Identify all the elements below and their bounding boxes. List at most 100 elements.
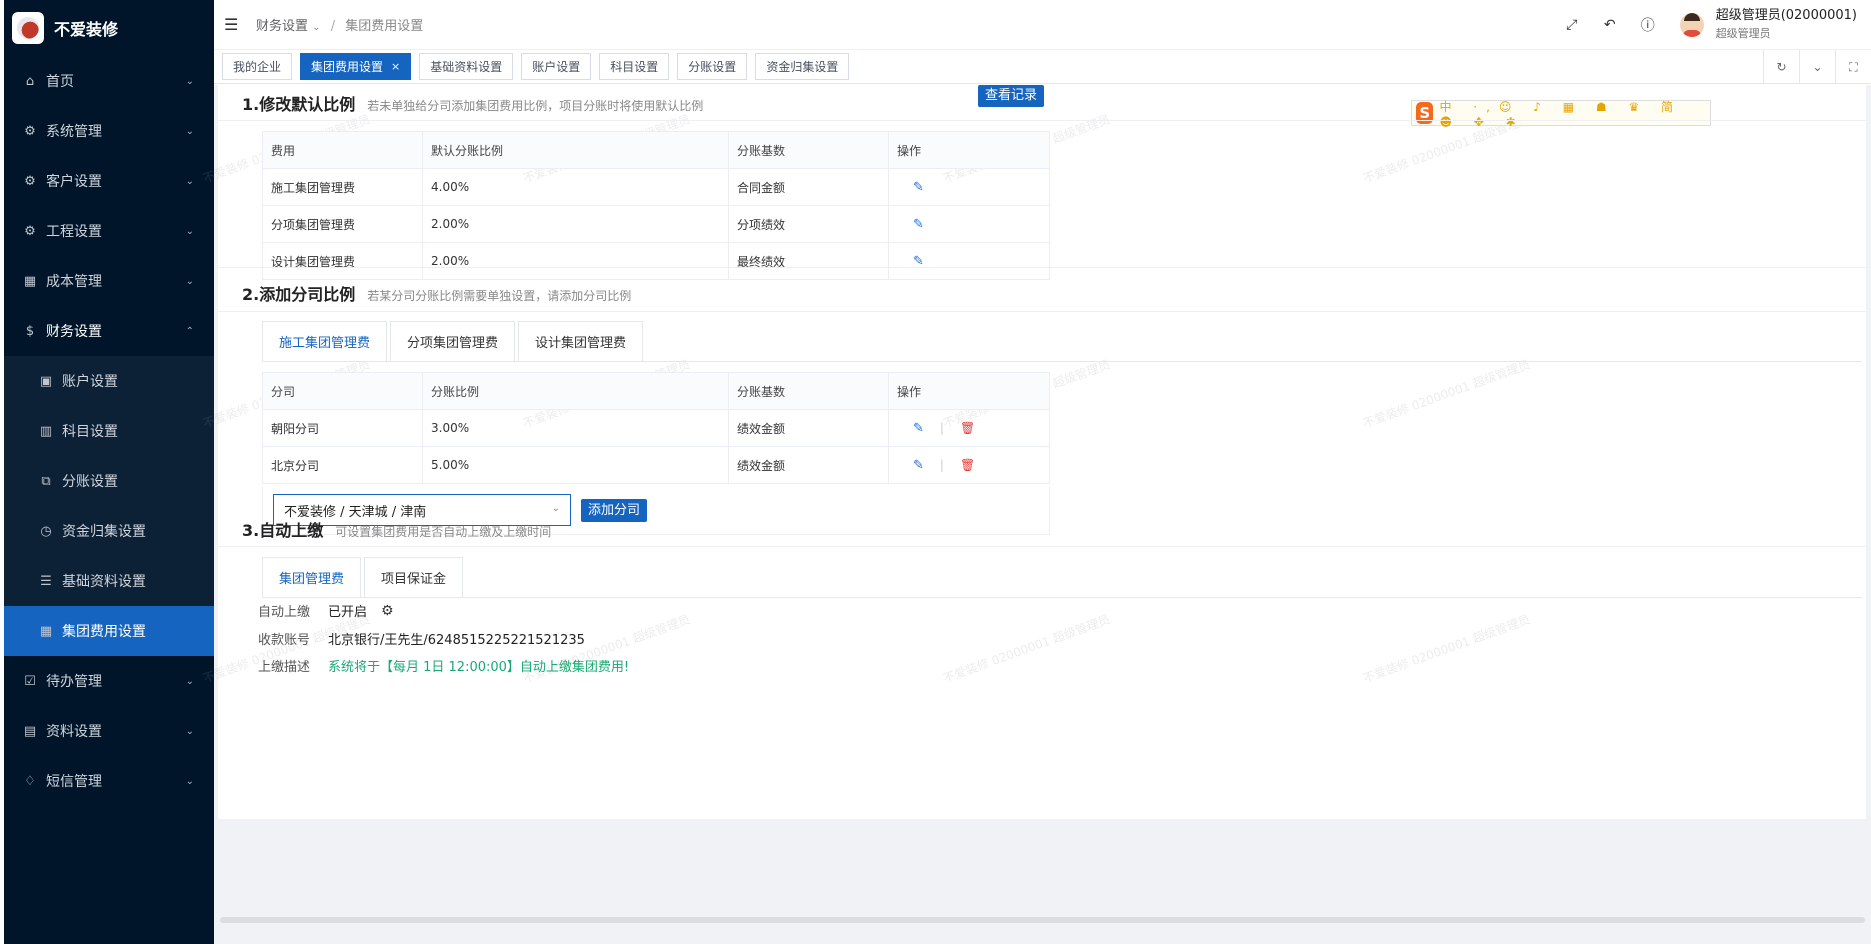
- base-cell: 分项绩效: [728, 205, 889, 243]
- edit-icon[interactable]: ✎: [913, 458, 924, 473]
- chevron-down-icon: ⌄: [185, 75, 194, 87]
- tab-label: 科目设置: [610, 60, 659, 74]
- horizontal-scrollbar[interactable]: [220, 917, 1865, 923]
- auto-pay-label: 自动上缴: [258, 605, 311, 620]
- content-panel: 不爱装修 02000001 超级管理员 不爱装修 02000001 超级管理员 …: [201, 85, 1866, 819]
- tab-my-company[interactable]: 我的企业: [222, 53, 293, 80]
- sidebar-subitem-subject[interactable]: ▥ 科目设置: [4, 406, 214, 456]
- gear-icon[interactable]: ⚙: [381, 603, 394, 619]
- table-row: 设计集团管理费 2.00% 最终绩效 ✎: [262, 242, 1050, 280]
- tab-subject[interactable]: 科目设置: [599, 53, 670, 80]
- fullscreen-icon[interactable]: ⤢: [1562, 15, 1582, 35]
- chevron-down-icon: ⌄: [185, 675, 194, 687]
- top-header: ☰ 财务设置 ⌄ / 集团费用设置 ⤢ ↶ ⓘ 超级管理员(02000001) …: [214, 0, 1871, 50]
- tab-project-deposit[interactable]: 项目保证金: [364, 557, 464, 597]
- sidebar-subitem-account[interactable]: ▣ 账户设置: [4, 356, 214, 406]
- action-cell: ✎ | 🗑: [888, 409, 1050, 447]
- chevron-up-icon: ⌃: [185, 325, 194, 337]
- sidebar-item-sms[interactable]: ♢ 短信管理 ⌄: [4, 756, 214, 806]
- sidebar-item-project[interactable]: ⚙ 工程设置 ⌄: [4, 206, 214, 256]
- section-title: 1.修改默认比例: [242, 95, 356, 114]
- breadcrumb-parent[interactable]: 财务设置: [256, 19, 308, 34]
- sidebar-item-finance[interactable]: $ 财务设置 ⌃: [4, 306, 214, 356]
- chevron-down-icon: ⌄: [185, 225, 194, 237]
- tab-group-fee[interactable]: 集团费用设置 ×: [300, 53, 412, 80]
- tab-itemized-fee[interactable]: 分项集团管理费: [390, 321, 516, 361]
- list-icon: ☰: [40, 573, 52, 589]
- action-cell: ✎ | 🗑: [888, 446, 1050, 484]
- section-auto-pay-title: 3.自动上缴 可设置集团费用是否自动上缴及上缴时间: [242, 517, 551, 541]
- building-icon: ▦: [23, 273, 37, 289]
- tab-fund[interactable]: 资金归集设置: [755, 53, 850, 80]
- undo-icon[interactable]: ↶: [1600, 15, 1620, 35]
- table-row: 朝阳分司 3.00% 绩效金额 ✎ | 🗑: [262, 409, 1050, 447]
- sidebar-subitem-fund[interactable]: ◷ 资金归集设置: [4, 506, 214, 556]
- expand-icon[interactable]: ⛶: [1835, 50, 1871, 84]
- sidebar-item-label: 工程设置: [46, 224, 102, 240]
- fee-cell: 分项集团管理费: [262, 205, 423, 243]
- avatar[interactable]: [1679, 13, 1704, 37]
- chevron-down-icon: ⌄: [185, 125, 194, 137]
- close-icon[interactable]: ×: [391, 60, 400, 73]
- view-records-button[interactable]: 查看记录: [978, 85, 1045, 107]
- desc-label: 上缴描述: [258, 660, 311, 675]
- sidebar-item-label: 资金归集设置: [62, 524, 146, 540]
- sidebar-subitem-group-fee[interactable]: ▦ 集团费用设置: [4, 606, 214, 656]
- edit-icon[interactable]: ✎: [913, 217, 924, 232]
- branch-ratio-table: 分司 分账比例 分账基数 操作 朝阳分司 3.00% 绩效金额 ✎ | 🗑 北京分司…: [262, 372, 1050, 484]
- delete-icon[interactable]: 🗑: [960, 458, 975, 472]
- divider: [218, 546, 1866, 547]
- watermark: 不爱装修 02000001 超级管理员: [521, 612, 692, 686]
- ime-tools: 中 ·,☺ ♪ ▦ ☗ ♛ 简 ☻ ✥ ✱: [1439, 99, 1683, 129]
- tab-split[interactable]: 分账设置: [677, 53, 748, 80]
- chevron-down-icon: ⌄: [312, 22, 321, 33]
- account-label: 收款账号: [258, 633, 311, 648]
- tab-group-management-fee[interactable]: 集团管理费: [262, 557, 362, 597]
- gear-icon: ⚙: [24, 173, 36, 189]
- section-hint: 若某分司分账比例需要单独设置，请添加分司比例: [367, 289, 632, 303]
- refresh-icon[interactable]: ↻: [1763, 50, 1799, 84]
- edit-icon[interactable]: ✎: [913, 421, 924, 436]
- edit-icon[interactable]: ✎: [913, 180, 924, 195]
- tab-account[interactable]: 账户设置: [521, 53, 592, 80]
- default-ratio-table: 费用 默认分账比例 分账基数 操作 施工集团管理费 4.00% 合同金额 ✎ 分…: [262, 131, 1050, 280]
- fee-cell: 施工集团管理费: [262, 168, 423, 206]
- tab-basic-data[interactable]: 基础资料设置: [419, 53, 514, 80]
- sidebar-item-home[interactable]: ⌂ 首页 ⌄: [4, 56, 214, 106]
- column-header: 分账基数: [728, 131, 889, 169]
- auto-pay-row: 自动上缴 已开启 ⚙: [258, 601, 394, 621]
- watermark: 不爱装修 02000001 超级管理员: [1361, 357, 1532, 431]
- chevron-down-icon: ⌄: [185, 775, 194, 787]
- sidebar-item-label: 系统管理: [46, 124, 102, 140]
- chevron-down-icon: ⌄: [551, 503, 560, 514]
- header-actions: ⤢ ↶ ⓘ 超级管理员(02000001) 超级管理员: [1544, 0, 1857, 50]
- menu-fold-icon[interactable]: ☰: [224, 15, 242, 34]
- ime-toolbar[interactable]: S 中 ·,☺ ♪ ▦ ☗ ♛ 简 ☻ ✥ ✱: [1411, 99, 1711, 129]
- sidebar-subitem-basic[interactable]: ☰ 基础资料设置: [4, 556, 214, 606]
- sidebar-item-customer[interactable]: ⚙ 客户设置 ⌄: [4, 156, 214, 206]
- clock-icon: ◷: [40, 523, 52, 539]
- tab-design-fee[interactable]: 设计集团管理费: [518, 321, 644, 361]
- help-icon[interactable]: ⓘ: [1638, 15, 1658, 35]
- gear-icon: ⚙: [24, 223, 36, 239]
- sidebar-subitem-split[interactable]: ⧉ 分账设置: [4, 456, 214, 506]
- table-header-row: 费用 默认分账比例 分账基数 操作: [262, 131, 1050, 169]
- tab-construction-fee[interactable]: 施工集团管理费: [262, 321, 388, 361]
- chevron-down-icon[interactable]: ⌄: [1799, 50, 1835, 84]
- breadcrumb: 财务设置 ⌄ / 集团费用设置: [256, 15, 423, 34]
- sidebar-item-docs[interactable]: ▤ 资料设置 ⌄: [4, 706, 214, 756]
- add-branch-button[interactable]: 添加分司: [581, 499, 648, 522]
- action-separator: |: [939, 457, 944, 472]
- sidebar-item-todo[interactable]: ☑ 待办管理 ⌄: [4, 656, 214, 706]
- ratio-cell: 3.00%: [422, 409, 729, 447]
- action-cell: ✎: [888, 242, 1050, 280]
- base-cell: 绩效金额: [728, 446, 889, 484]
- sidebar-item-system[interactable]: ⚙ 系统管理 ⌄: [4, 106, 214, 156]
- column-header: 分账比例: [422, 372, 729, 410]
- logo[interactable]: 不爱装修: [4, 0, 214, 56]
- sidebar-item-cost[interactable]: ▦ 成本管理 ⌄: [4, 256, 214, 306]
- action-cell: ✎: [888, 205, 1050, 243]
- user-name: 超级管理员(02000001): [1715, 8, 1857, 23]
- user-info[interactable]: 超级管理员(02000001) 超级管理员: [1716, 7, 1857, 43]
- delete-icon[interactable]: 🗑: [960, 421, 975, 435]
